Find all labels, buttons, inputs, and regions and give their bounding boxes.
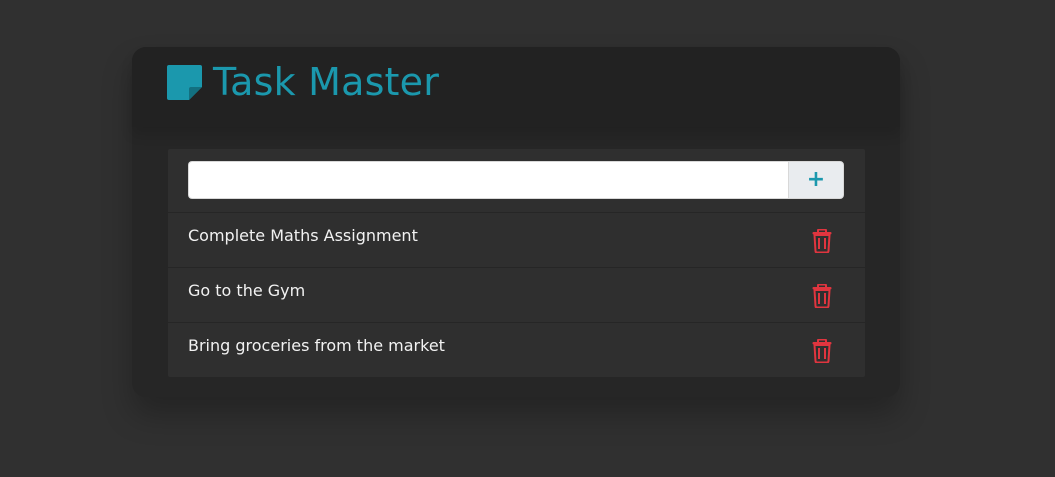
- new-task-row: +: [168, 149, 865, 212]
- task-label: Bring groceries from the market: [188, 336, 445, 355]
- task-item: Bring groceries from the market: [168, 322, 865, 377]
- trash-icon: [812, 339, 832, 363]
- task-item: Go to the Gym: [168, 267, 865, 322]
- task-label: Complete Maths Assignment: [188, 226, 418, 245]
- task-master-card: Task Master + Complete Maths Assignment: [132, 47, 900, 397]
- app-title: Task Master: [213, 60, 440, 104]
- delete-task-button[interactable]: [805, 278, 839, 312]
- task-label: Go to the Gym: [188, 281, 306, 300]
- delete-task-button[interactable]: [805, 333, 839, 367]
- trash-icon: [812, 229, 832, 253]
- app-header: Task Master: [132, 47, 900, 127]
- trash-icon: [812, 284, 832, 308]
- task-panel: + Complete Maths Assignment Go to the Gy…: [168, 149, 865, 377]
- task-list: Complete Maths Assignment Go to the Gym: [168, 212, 865, 377]
- delete-task-button[interactable]: [805, 223, 839, 257]
- new-task-input[interactable]: [188, 161, 788, 199]
- sticky-note-icon: [167, 65, 202, 100]
- task-item: Complete Maths Assignment: [168, 212, 865, 267]
- add-task-button[interactable]: +: [788, 161, 844, 199]
